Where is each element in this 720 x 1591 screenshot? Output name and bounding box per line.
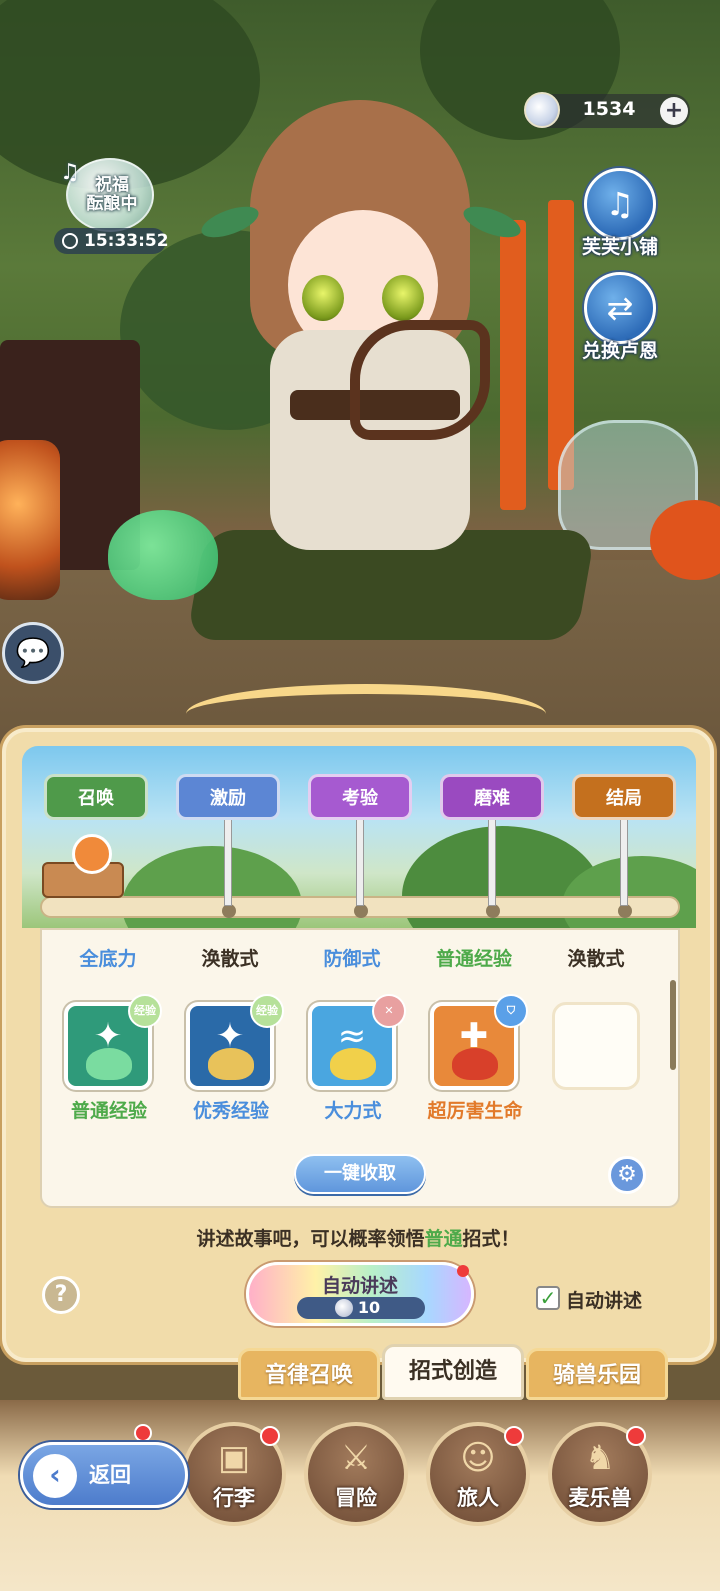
nav-luggage[interactable]: ▣ 行李 [182, 1422, 286, 1526]
clock-icon [62, 233, 78, 249]
exchange-rune-label: 兑换卢恩 [581, 340, 658, 362]
fox-icon [72, 834, 112, 874]
character-eye [302, 275, 344, 321]
exp-badge: 经验 [250, 994, 284, 1028]
blessing-brewing[interactable]: ♫ 祝福 酝酿中 15:33:52 [54, 158, 169, 254]
track-node [354, 904, 368, 918]
nav-label: 旅人 [457, 1486, 499, 1510]
track-node [222, 904, 236, 918]
bard-character[interactable] [197, 60, 525, 560]
stage-sign-inspire[interactable]: 激励 [176, 774, 280, 820]
stage-label: 考验 [342, 788, 378, 809]
tab-mount-park[interactable]: 骑兽乐园 [526, 1348, 668, 1400]
notification-dot [457, 1265, 469, 1277]
help-button[interactable]: ? [42, 1276, 80, 1314]
scrollbar[interactable] [670, 980, 676, 1070]
stage-label: 磨难 [474, 788, 510, 809]
back-button[interactable]: ‹ 返回 [20, 1442, 188, 1508]
skill-name: 普通经验 [70, 1100, 147, 1122]
crossed-swords-icon: ⚔ [340, 1438, 372, 1478]
nav-label: 麦乐兽 [568, 1486, 632, 1510]
skill-slots-area: 全底力 涣散式 防御式 普通经验 涣散式 ✦ 经验 普通经验 ✦ 经验 优秀经验… [40, 928, 680, 1208]
auto-tell-button[interactable]: 自动讲述 10 [246, 1262, 474, 1326]
hint-text: 讲述故事吧，可以概率领悟 [196, 1228, 425, 1250]
shield-badge: ⛉ [494, 994, 528, 1028]
track-node [486, 904, 500, 918]
nav-label: 行李 [213, 1486, 255, 1510]
nav-traveler[interactable]: ☺ 旅人 [426, 1422, 530, 1526]
currency-value: 1534 [582, 98, 636, 120]
currency-display: 1534 + [524, 92, 690, 128]
chat-bubble-icon: 💬 [15, 636, 51, 669]
lyre-icon [350, 320, 490, 440]
collect-all-button[interactable]: 一键收取 [294, 1154, 426, 1194]
exp-badge: 经验 [128, 994, 162, 1028]
fox-wagon [42, 834, 138, 906]
story-hint: 讲述故事吧，可以概率领悟普通招式！ [6, 1224, 710, 1251]
tab-melody-summon[interactable]: 音律召唤 [238, 1348, 380, 1400]
stage-sign-summon[interactable]: 召唤 [44, 774, 148, 820]
story-stage-track: 召唤 激励 考验 磨难 结局 [22, 746, 696, 928]
stage-sign-trial[interactable]: 考验 [308, 774, 412, 820]
sign-pole [488, 806, 496, 906]
character-eye [382, 275, 424, 321]
empty-skill-slot[interactable] [552, 1002, 640, 1090]
stage-sign-hardship[interactable]: 磨难 [440, 774, 544, 820]
column-header: 涣散式 [201, 948, 259, 970]
track-node [618, 904, 632, 918]
gear-icon[interactable]: ⚙ [608, 1156, 646, 1194]
sign-pole [356, 806, 364, 906]
add-currency-button[interactable]: + [660, 97, 688, 125]
back-arrow-icon: ‹ [33, 1454, 77, 1498]
blessing-timer: 15:33:52 [54, 228, 169, 254]
column-header: 涣散式 [567, 948, 625, 970]
sign-pole [224, 806, 232, 906]
auto-tell-checkbox[interactable]: ✓ [536, 1286, 560, 1310]
notification-dot [504, 1426, 524, 1446]
fufu-shop-button[interactable]: ♫ 芙芙小铺 [564, 168, 676, 268]
auto-tell-checkbox-label[interactable]: 自动讲述 [566, 1286, 642, 1313]
notification-dot [626, 1426, 646, 1446]
harp-icon: ♫ [584, 168, 656, 240]
notification-dot [134, 1424, 152, 1442]
column-header: 防御式 [323, 948, 381, 970]
fufu-shop-label: 芙芙小铺 [581, 236, 658, 258]
exchange-icon: ⇄ [584, 272, 656, 344]
column-header: 普通经验 [435, 948, 512, 970]
blessing-label: 祝福 酝酿中 [86, 175, 138, 214]
remove-badge[interactable]: ✕ [372, 994, 406, 1028]
coin-icon [524, 92, 560, 128]
panel-ribbon [186, 684, 546, 744]
skill-name: 超厉害生命 [427, 1100, 523, 1122]
coin-icon [335, 1299, 353, 1317]
back-label: 返回 [89, 1463, 131, 1487]
lantern [0, 440, 60, 600]
column-header: 全底力 [79, 948, 137, 970]
nav-melle-beast[interactable]: ♞ 麦乐兽 [548, 1422, 652, 1526]
slime-pet[interactable] [108, 510, 218, 600]
tab-move-creation[interactable]: 招式创造 [382, 1344, 524, 1400]
nav-adventure[interactable]: ⚔ 冒险 [304, 1422, 408, 1526]
stage-label: 激励 [210, 788, 246, 809]
skill-name: 大力式 [324, 1100, 382, 1122]
stage-label: 结局 [606, 788, 642, 809]
exchange-rune-button[interactable]: ⇄ 兑换卢恩 [564, 272, 676, 372]
hint-text: 招式！ [462, 1228, 520, 1250]
hint-highlight: 普通 [424, 1228, 463, 1250]
nav-label: 冒险 [335, 1486, 377, 1510]
skill-name: 优秀经验 [192, 1100, 269, 1122]
sign-pole [620, 806, 628, 906]
stage-label: 召唤 [78, 788, 114, 809]
chat-button[interactable]: 💬 [2, 622, 64, 684]
auto-tell-cost: 10 [297, 1297, 425, 1319]
auto-tell-label: 自动讲述 [321, 1275, 398, 1297]
blessing-timer-value: 15:33:52 [84, 231, 169, 251]
notification-dot [260, 1426, 280, 1446]
story-panel: 召唤 激励 考验 磨难 结局 全底力 涣散式 防御式 普通经验 涣散式 ✦ 经验… [2, 684, 714, 1362]
auto-tell-cost-value: 10 [357, 1298, 381, 1317]
stage-sign-ending[interactable]: 结局 [572, 774, 676, 820]
